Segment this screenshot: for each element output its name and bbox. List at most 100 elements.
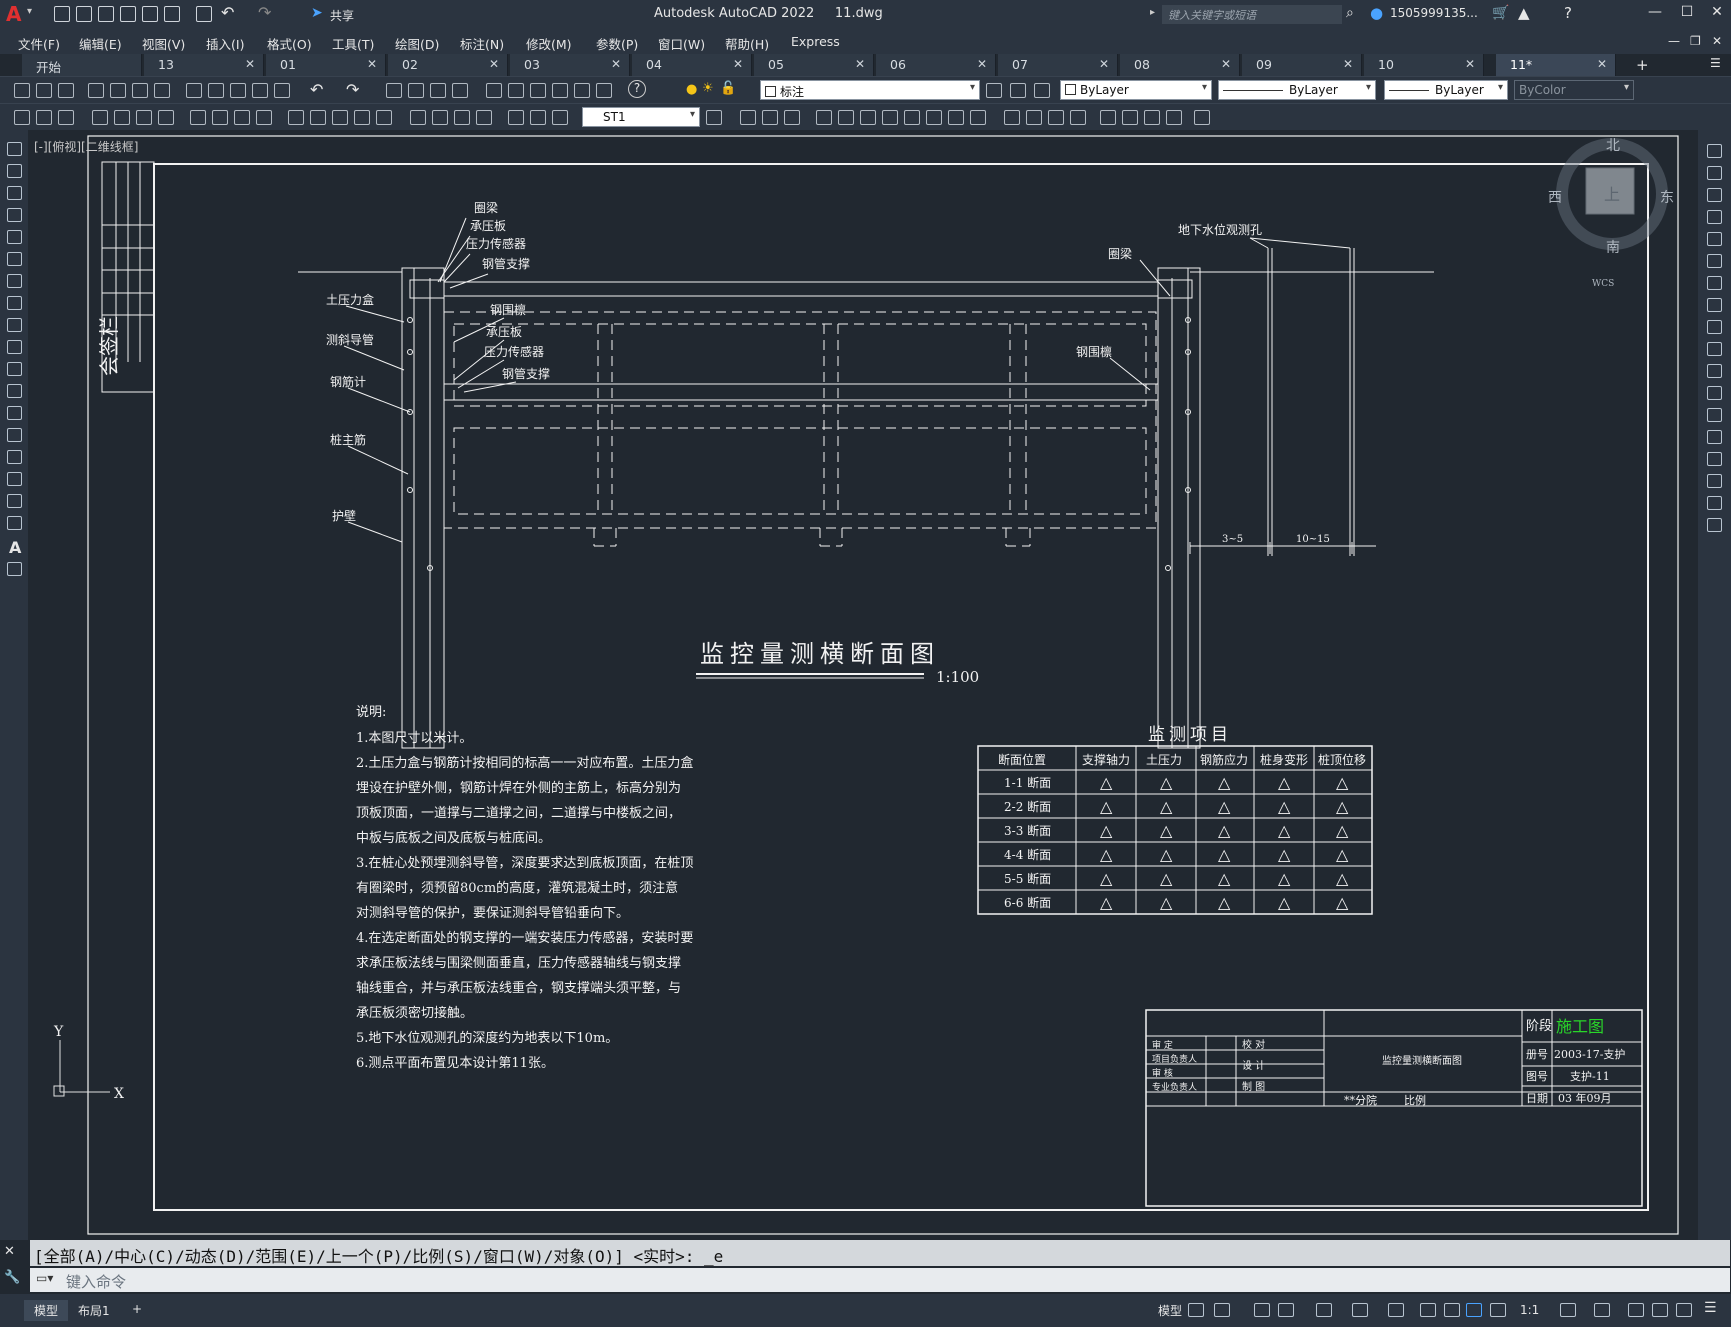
insert-block-icon[interactable] bbox=[816, 110, 832, 125]
gradient-icon[interactable] bbox=[7, 472, 22, 486]
plotstyle-dropdown[interactable]: ByColor ▾ bbox=[1514, 80, 1634, 100]
tab-09[interactable]: 09 ✕ bbox=[1242, 54, 1362, 76]
close-icon[interactable]: ✕ bbox=[489, 57, 499, 71]
viewcube-east[interactable]: 东 bbox=[1660, 190, 1674, 206]
menu-window[interactable]: 窗口(W) bbox=[658, 34, 705, 53]
customize-menu-icon[interactable]: ☰ bbox=[1704, 1300, 1717, 1316]
close-icon[interactable]: ✕ bbox=[245, 57, 255, 71]
aligned-dimension-icon[interactable] bbox=[114, 110, 130, 125]
point-icon[interactable] bbox=[860, 110, 876, 125]
undo-icon[interactable]: ↶ bbox=[310, 80, 323, 99]
tab-05[interactable]: 05 ✕ bbox=[754, 54, 874, 76]
doc-close-icon[interactable]: ✕ bbox=[1712, 34, 1722, 48]
extend-icon[interactable] bbox=[1707, 364, 1722, 378]
color-dropdown[interactable]: ByLayer ▾ bbox=[1060, 80, 1212, 100]
tab-layout1[interactable]: 布局1 bbox=[68, 1300, 120, 1321]
doc-minimize-icon[interactable]: — bbox=[1668, 34, 1680, 48]
dim-update-icon[interactable] bbox=[36, 110, 52, 125]
layer-unlock-icon[interactable]: 🔓 bbox=[720, 81, 736, 96]
move-icon[interactable] bbox=[1707, 254, 1722, 268]
add-layout-button[interactable]: + bbox=[122, 1300, 152, 1318]
command-close-icon[interactable]: ✕ bbox=[4, 1244, 15, 1259]
close-icon[interactable]: ✕ bbox=[1221, 57, 1231, 71]
tab-08[interactable]: 08 ✕ bbox=[1120, 54, 1240, 76]
blend-curves-icon[interactable] bbox=[1707, 496, 1722, 510]
workspace-gear-icon[interactable] bbox=[1560, 1303, 1576, 1317]
close-icon[interactable]: ✕ bbox=[1099, 57, 1109, 71]
menu-express[interactable]: Express bbox=[791, 34, 840, 49]
viewcube-south[interactable]: 南 bbox=[1606, 240, 1620, 256]
menu-insert[interactable]: 插入(I) bbox=[206, 34, 244, 53]
menu-tools[interactable]: 工具(T) bbox=[332, 34, 374, 53]
units-icon[interactable] bbox=[1628, 1303, 1644, 1317]
ellipse-icon[interactable] bbox=[7, 340, 22, 354]
break-icon[interactable] bbox=[1707, 408, 1722, 422]
new-icon[interactable] bbox=[14, 83, 30, 98]
tab-start[interactable]: 开始 bbox=[22, 54, 142, 76]
viewcube-north[interactable]: 北 bbox=[1606, 138, 1620, 154]
revcloud-icon[interactable] bbox=[7, 296, 22, 310]
tab-model[interactable]: 模型 bbox=[24, 1300, 69, 1321]
layer-on-icon[interactable]: ● bbox=[686, 82, 697, 97]
ordinate-dimension-icon[interactable] bbox=[158, 110, 174, 125]
open-icon[interactable] bbox=[76, 6, 92, 22]
chamfer-icon[interactable] bbox=[1707, 452, 1722, 466]
attach-icon[interactable] bbox=[1100, 110, 1116, 125]
tab-07[interactable]: 07 ✕ bbox=[998, 54, 1118, 76]
autodesk-app-icon[interactable]: ▲ bbox=[1518, 4, 1530, 22]
diameter-dimension-icon[interactable] bbox=[234, 110, 250, 125]
construction-line-icon[interactable] bbox=[7, 164, 22, 178]
tab-10[interactable]: 10 ✕ bbox=[1364, 54, 1484, 76]
gradient-icon[interactable] bbox=[904, 110, 920, 125]
cart-icon[interactable]: 🛒 bbox=[1492, 5, 1509, 21]
tab-list-icon[interactable]: ☰ bbox=[1710, 56, 1721, 70]
layer-dropdown[interactable]: 标注 ▾ bbox=[760, 80, 980, 100]
annotation-scale[interactable]: 1:1 bbox=[1520, 1303, 1539, 1317]
layer-thaw-icon[interactable]: ☀ bbox=[702, 81, 714, 96]
make-current-icon[interactable] bbox=[1010, 83, 1026, 98]
linetype-dropdown[interactable]: ByLayer ▾ bbox=[1218, 80, 1376, 100]
block-editor-icon[interactable] bbox=[274, 83, 290, 98]
multiline-text-icon[interactable] bbox=[970, 110, 986, 125]
fillet-icon[interactable] bbox=[1707, 474, 1722, 488]
menu-edit[interactable]: 编辑(E) bbox=[79, 34, 122, 53]
tab-11[interactable]: 11* ✕ bbox=[1496, 54, 1616, 76]
polar-icon[interactable] bbox=[1278, 1303, 1294, 1317]
snap-icon[interactable] bbox=[1214, 1303, 1230, 1317]
dim-text-edit-icon[interactable] bbox=[530, 110, 546, 125]
fullscreen-icon[interactable] bbox=[1676, 1303, 1692, 1317]
plot-icon[interactable] bbox=[88, 83, 104, 98]
close-icon[interactable]: ✕ bbox=[1597, 57, 1607, 71]
tolerance-icon[interactable] bbox=[410, 110, 426, 125]
tool-palettes-icon[interactable] bbox=[530, 83, 546, 98]
hatch-icon[interactable] bbox=[882, 110, 898, 125]
dim-style-icon[interactable] bbox=[14, 110, 30, 125]
point-icon[interactable] bbox=[7, 428, 22, 442]
stretch-icon[interactable] bbox=[1707, 320, 1722, 334]
lineweight-icon[interactable] bbox=[1420, 1303, 1436, 1317]
jogged-dimension-icon[interactable] bbox=[212, 110, 228, 125]
help-icon[interactable]: ? bbox=[1564, 4, 1572, 22]
spline-icon[interactable] bbox=[7, 318, 22, 332]
3d-print-icon[interactable] bbox=[154, 83, 170, 98]
layer-properties-icon[interactable] bbox=[986, 83, 1002, 98]
arc-icon[interactable] bbox=[7, 252, 22, 266]
make-block-icon[interactable] bbox=[838, 110, 854, 125]
dim-space-icon[interactable] bbox=[354, 110, 370, 125]
adjust-icon[interactable] bbox=[1144, 110, 1160, 125]
annotation-monitor-icon[interactable] bbox=[1594, 1303, 1610, 1317]
minimize-button[interactable]: — bbox=[1644, 4, 1666, 24]
save-as-icon[interactable] bbox=[120, 6, 136, 22]
polyline-icon[interactable] bbox=[7, 186, 22, 200]
command-prompt-icon[interactable]: ▭▾ bbox=[36, 1271, 53, 1285]
annotation-visibility-icon[interactable] bbox=[1466, 1303, 1482, 1317]
array-icon[interactable] bbox=[1707, 232, 1722, 246]
rectangle-icon[interactable] bbox=[7, 230, 22, 244]
open-icon[interactable] bbox=[36, 83, 52, 98]
lineweight-dropdown[interactable]: ByLayer ▾ bbox=[1384, 80, 1508, 100]
ortho-icon[interactable] bbox=[1254, 1303, 1270, 1317]
draw-order-back-icon[interactable] bbox=[762, 110, 778, 125]
angular-dimension-icon[interactable] bbox=[256, 110, 272, 125]
dim-break-icon[interactable] bbox=[376, 110, 392, 125]
autocad-logo-icon[interactable]: A bbox=[6, 4, 26, 24]
